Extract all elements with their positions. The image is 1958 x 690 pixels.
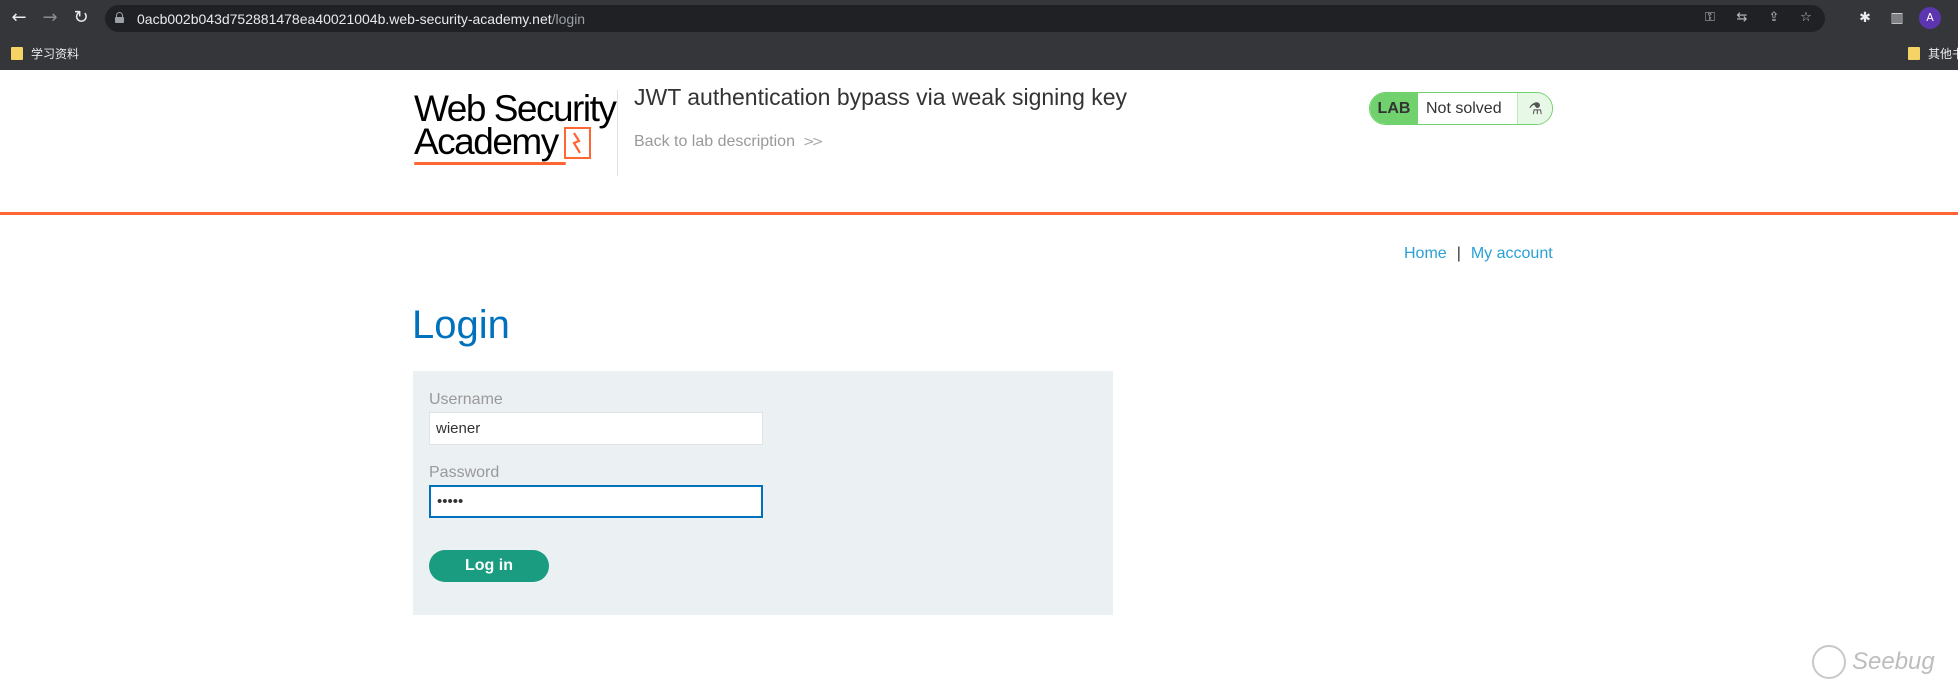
lab-status-widget: LAB Not solved ⚗: [1369, 92, 1553, 125]
reload-icon[interactable]: ↻: [70, 7, 92, 29]
lock-icon[interactable]: [115, 12, 124, 23]
back-arrow-icon[interactable]: ←: [8, 7, 30, 29]
translate-icon[interactable]: ⇆: [1733, 9, 1751, 27]
username-label: Username: [429, 391, 503, 408]
top-nav: Home | My account: [1404, 245, 1553, 263]
folder-icon: [1908, 47, 1920, 60]
my-account-link[interactable]: My account: [1471, 245, 1553, 263]
share-icon[interactable]: ⇪: [1765, 9, 1783, 27]
academy-logo[interactable]: Web Security Academy: [414, 90, 618, 176]
bookmark-item[interactable]: 学习资料: [11, 45, 79, 62]
bookmarks-bar: 学习资料 其他书: [0, 37, 1958, 70]
forward-arrow-icon[interactable]: →: [39, 7, 61, 29]
home-link[interactable]: Home: [1404, 245, 1447, 263]
profile-avatar[interactable]: A: [1919, 7, 1941, 29]
login-form: Username Password Log in: [413, 371, 1113, 615]
back-to-lab-link[interactable]: Back to lab description >>: [634, 133, 824, 151]
browser-toolbar: ← → ↻ 0acb002b043d752881478ea40021004b.w…: [0, 0, 1958, 37]
extensions-icon[interactable]: ✱: [1855, 8, 1875, 28]
url-text[interactable]: 0acb002b043d752881478ea40021004b.web-sec…: [137, 11, 585, 27]
flask-icon: ⚗: [1517, 93, 1552, 124]
username-input[interactable]: [429, 412, 763, 445]
password-input[interactable]: [429, 485, 763, 518]
side-panel-icon[interactable]: ▥: [1887, 8, 1907, 28]
double-chevron-icon: >>: [802, 134, 824, 150]
key-icon[interactable]: ⚿: [1701, 9, 1719, 27]
bookmark-item-other[interactable]: 其他书: [1908, 45, 1958, 62]
browser-chrome: ← → ↻ 0acb002b043d752881478ea40021004b.w…: [0, 0, 1958, 70]
page-title: Login: [412, 303, 510, 347]
password-label: Password: [429, 464, 500, 481]
seebug-logo-icon: [1812, 645, 1846, 679]
status-text: Not solved: [1426, 100, 1502, 117]
star-icon[interactable]: ☆: [1797, 9, 1815, 27]
lab-title: JWT authentication bypass via weak signi…: [634, 84, 1128, 110]
nav-separator: |: [1456, 245, 1461, 262]
login-button[interactable]: Log in: [429, 550, 549, 582]
lightning-icon: [564, 127, 591, 159]
lab-badge: LAB: [1370, 93, 1418, 124]
seebug-watermark: Seebug: [1812, 645, 1935, 679]
folder-icon: [11, 47, 23, 60]
address-bar[interactable]: 0acb002b043d752881478ea40021004b.web-sec…: [105, 5, 1825, 32]
